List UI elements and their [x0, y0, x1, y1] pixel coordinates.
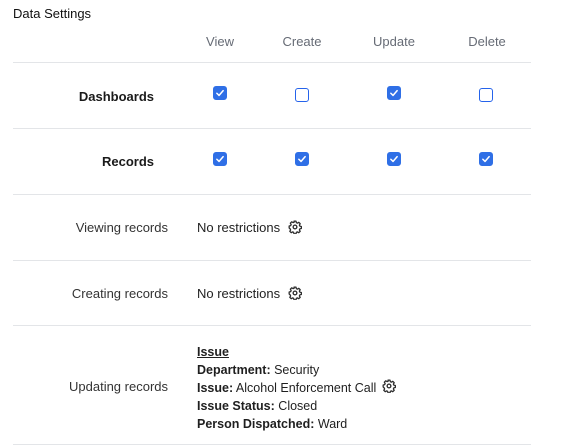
column-header-create: Create	[282, 34, 322, 49]
checkbox-dashboards-view[interactable]	[213, 86, 227, 100]
row-label-creating-records: Creating records	[71, 286, 168, 301]
column-header-view: View	[206, 34, 234, 49]
condition-key: Person Dispatched:	[197, 417, 315, 431]
section-title: Data Settings	[13, 6, 92, 21]
checkbox-records-update[interactable]	[387, 152, 401, 166]
row-label-dashboards: Dashboards	[78, 89, 154, 104]
divider	[13, 194, 531, 195]
gear-icon[interactable]	[288, 286, 302, 301]
divider	[13, 128, 531, 129]
condition-heading: Issue	[197, 345, 229, 359]
row-label-updating-records: Updating records	[69, 379, 168, 394]
condition-key: Issue:	[197, 381, 234, 395]
condition-value: Ward	[314, 417, 348, 431]
checkbox-dashboards-create[interactable]	[295, 88, 309, 102]
condition-issue: Issue: Alcohol Enforcement Call	[197, 379, 376, 397]
condition-value: Closed	[274, 399, 318, 413]
divider	[13, 325, 531, 326]
row-label-records: Records	[101, 154, 154, 169]
condition-key: Issue Status:	[197, 399, 275, 413]
divider	[13, 444, 531, 445]
condition-issue-status: Issue Status: Closed	[197, 397, 376, 415]
viewing-restriction-value: No restrictions	[197, 220, 281, 235]
condition-value: Security	[270, 363, 320, 377]
row-label-viewing-records: Viewing records	[75, 220, 168, 235]
column-header-update: Update	[373, 34, 415, 49]
condition-department: Department: Security	[197, 361, 376, 379]
checkbox-records-view[interactable]	[213, 152, 227, 166]
divider	[13, 260, 531, 261]
divider	[13, 62, 531, 63]
creating-restriction-value: No restrictions	[197, 286, 281, 301]
condition-person-dispatched: Person Dispatched: Ward	[197, 415, 376, 433]
column-header-delete: Delete	[468, 34, 506, 49]
checkbox-dashboards-update[interactable]	[387, 86, 401, 100]
checkbox-records-create[interactable]	[295, 152, 309, 166]
gear-icon[interactable]	[382, 379, 396, 394]
checkbox-records-delete[interactable]	[479, 152, 493, 166]
gear-icon[interactable]	[288, 220, 302, 235]
condition-key: Department:	[197, 363, 271, 377]
checkbox-dashboards-delete[interactable]	[479, 88, 493, 102]
condition-value: Alcohol Enforcement Call	[233, 381, 377, 395]
updating-conditions: Issue Department: Security Issue: Alcoho…	[197, 343, 376, 433]
